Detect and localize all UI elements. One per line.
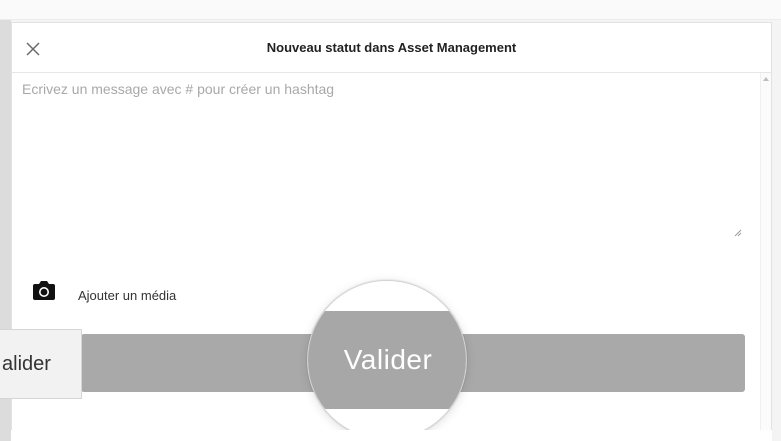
modal-title: Nouveau statut dans Asset Management [266, 40, 517, 55]
bottom-strip [11, 430, 772, 441]
page-header-strip [0, 0, 781, 20]
validate-tag: alider [0, 329, 82, 399]
scrollbar[interactable] [760, 73, 771, 441]
magnified-submit-button[interactable]: Valider [308, 311, 466, 409]
add-media-label: Ajouter un média [78, 288, 177, 303]
tag-label: alider [2, 352, 51, 375]
message-input[interactable] [22, 81, 747, 266]
screen: Nouveau statut dans Asset Management Ajo… [0, 0, 781, 441]
magnifier-lens: Valider [307, 280, 467, 440]
add-media-button[interactable]: Ajouter un média [32, 279, 177, 303]
camera-icon [33, 281, 55, 300]
close-icon[interactable] [25, 41, 41, 57]
resize-grip-icon[interactable] [734, 229, 742, 237]
modal-header: Nouveau statut dans Asset Management [12, 23, 771, 73]
lens-top [308, 281, 466, 311]
submit-button-label: Valider [343, 344, 433, 375]
scroll-up-arrow-icon[interactable] [763, 77, 769, 81]
